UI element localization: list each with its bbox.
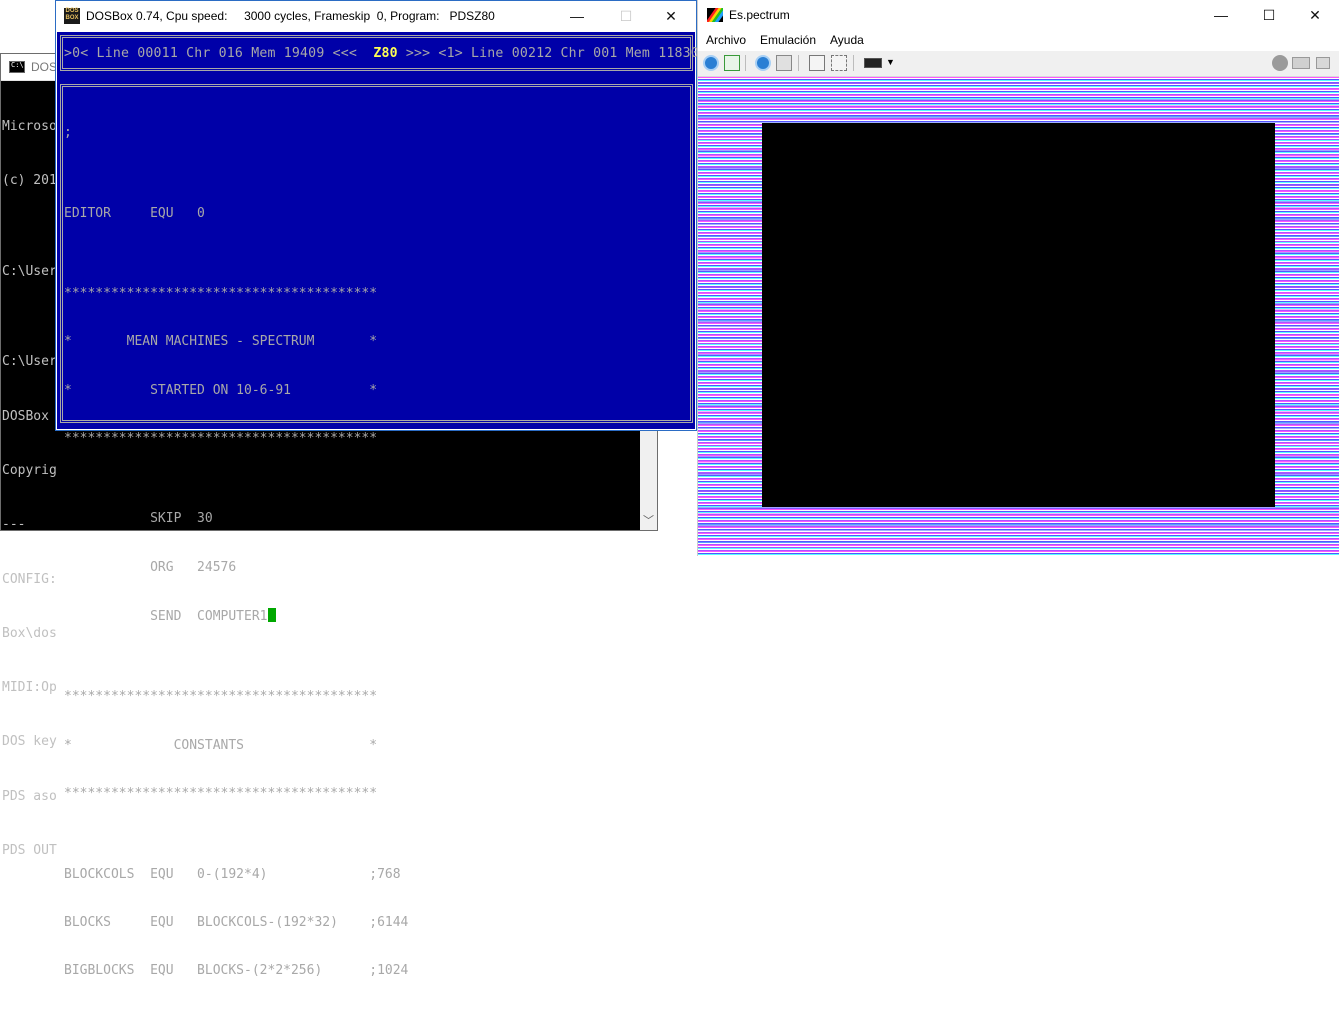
window-icon[interactable] bbox=[1316, 57, 1330, 69]
espectrum-title: Es.pectrum bbox=[729, 8, 790, 22]
minimize-button[interactable]: — bbox=[1198, 0, 1244, 30]
speaker-icon[interactable] bbox=[776, 55, 792, 71]
console-line: PDS OUT bbox=[2, 842, 57, 858]
console-line: C:\User bbox=[2, 354, 57, 370]
console-line: DOS key bbox=[2, 734, 57, 750]
code-line: EDITOR EQU 0 bbox=[64, 205, 205, 221]
maximize-button[interactable]: ☐ bbox=[603, 1, 649, 31]
menu-ayuda[interactable]: Ayuda bbox=[830, 33, 864, 47]
toolbar-separator bbox=[798, 55, 799, 71]
menu-emulacion[interactable]: Emulación bbox=[760, 33, 816, 47]
status-right: >>> <1> Line 00212 Chr 001 Mem 11830 bbox=[397, 46, 699, 61]
spectrum-paper-area bbox=[762, 123, 1275, 507]
tape-icon[interactable] bbox=[1292, 57, 1310, 69]
code-line: BIGBLOCKS EQU BLOCKS-(2*2*256) ;1024 bbox=[64, 963, 409, 979]
toolbar-separator bbox=[745, 55, 746, 71]
code-line: **************************************** bbox=[64, 689, 378, 705]
editor-status-line: >0< Line 00011 Chr 016 Mem 19409 <<< Z80… bbox=[64, 46, 699, 61]
code-line: BLOCKCOLS EQU 0-(192*4) ;768 bbox=[64, 866, 401, 882]
console-line: --- bbox=[2, 517, 26, 533]
dosbox-window[interactable]: DOS BOX DOSBox 0.74, Cpu speed: 3000 cycl… bbox=[55, 0, 699, 978]
chevron-down-icon[interactable]: ▼ bbox=[886, 57, 895, 67]
menu-archivo[interactable]: Archivo bbox=[706, 33, 746, 47]
code-line: SKIP 30 bbox=[64, 511, 213, 527]
cmd-console-output[interactable]: Microso (c) 201 C:\User C:\User DOSBox C… bbox=[2, 82, 57, 896]
play-tape-icon[interactable] bbox=[809, 55, 825, 71]
espectrum-titlebar[interactable]: Es.pectrum — ☐ ✕ bbox=[698, 0, 1339, 31]
code-line-text: SEND COMPUTER1 bbox=[64, 609, 268, 624]
code-line: * MEAN MACHINES - SPECTRUM * bbox=[64, 334, 378, 350]
console-line: Box\dos bbox=[2, 625, 57, 641]
code-line: * CONSTANTS * bbox=[64, 737, 378, 753]
dosbox-icon: DOS BOX bbox=[64, 8, 80, 24]
dosbox-screen[interactable]: >0< Line 00011 Chr 016 Mem 19409 <<< Z80… bbox=[57, 32, 699, 978]
dosbox-titlebar[interactable]: DOS BOX DOSBox 0.74, Cpu speed: 3000 cycl… bbox=[56, 1, 696, 32]
console-line: (c) 201 bbox=[2, 173, 57, 189]
toolbar: ▼ bbox=[698, 51, 1339, 77]
scroll-down-arrow-icon[interactable]: ﹀ bbox=[643, 512, 654, 528]
minimize-button[interactable]: — bbox=[554, 1, 600, 31]
spectrum-display[interactable] bbox=[698, 77, 1339, 556]
code-line: ORG 24576 bbox=[64, 559, 237, 575]
fast-forward-icon[interactable] bbox=[755, 55, 771, 71]
espectrum-window[interactable]: Es.pectrum — ☐ ✕ Archivo Emulación Ayuda… bbox=[697, 0, 1339, 556]
code-line-current: SEND COMPUTER1 bbox=[64, 608, 408, 625]
zx-keyboard-icon[interactable] bbox=[864, 58, 882, 68]
text-cursor bbox=[267, 608, 276, 622]
console-icon bbox=[9, 61, 25, 73]
code-line: **************************************** bbox=[64, 286, 378, 302]
pause-icon[interactable] bbox=[703, 55, 719, 71]
code-line: * STARTED ON 10-6-91 * bbox=[64, 382, 378, 398]
console-line: MIDI:Op bbox=[2, 680, 57, 696]
dosbox-title: DOSBox 0.74, Cpu speed: 3000 cycles, Fra… bbox=[86, 9, 495, 23]
code-line: ; bbox=[64, 125, 72, 141]
source-editor[interactable]: ; EDITOR EQU 0 *************************… bbox=[64, 93, 408, 1011]
toolbar-separator bbox=[853, 55, 854, 71]
status-left: >0< Line 00011 Chr 016 Mem 19409 <<< bbox=[64, 46, 374, 61]
reset-icon[interactable] bbox=[724, 55, 740, 71]
maximize-button[interactable]: ☐ bbox=[1246, 0, 1292, 30]
close-button[interactable]: ✕ bbox=[648, 1, 694, 31]
console-line: CONFIG: bbox=[2, 571, 57, 587]
zx-spectrum-icon bbox=[707, 8, 723, 22]
menu-bar: Archivo Emulación Ayuda bbox=[698, 31, 1339, 51]
code-line: BLOCKS EQU BLOCKCOLS-(192*32) ;6144 bbox=[64, 914, 409, 930]
close-button[interactable]: ✕ bbox=[1292, 0, 1338, 30]
code-line: **************************************** bbox=[64, 786, 378, 802]
console-line: Microso bbox=[2, 119, 57, 135]
console-line: DOSBox bbox=[2, 408, 49, 424]
status-cpu-mode: Z80 bbox=[373, 46, 398, 61]
console-line: C:\User bbox=[2, 263, 57, 279]
console-line: PDS aso bbox=[2, 788, 57, 804]
tape-browser-icon[interactable] bbox=[831, 55, 847, 71]
console-line: Copyrig bbox=[2, 462, 57, 478]
code-line: **************************************** bbox=[64, 430, 378, 446]
play-icon[interactable] bbox=[1272, 55, 1288, 71]
